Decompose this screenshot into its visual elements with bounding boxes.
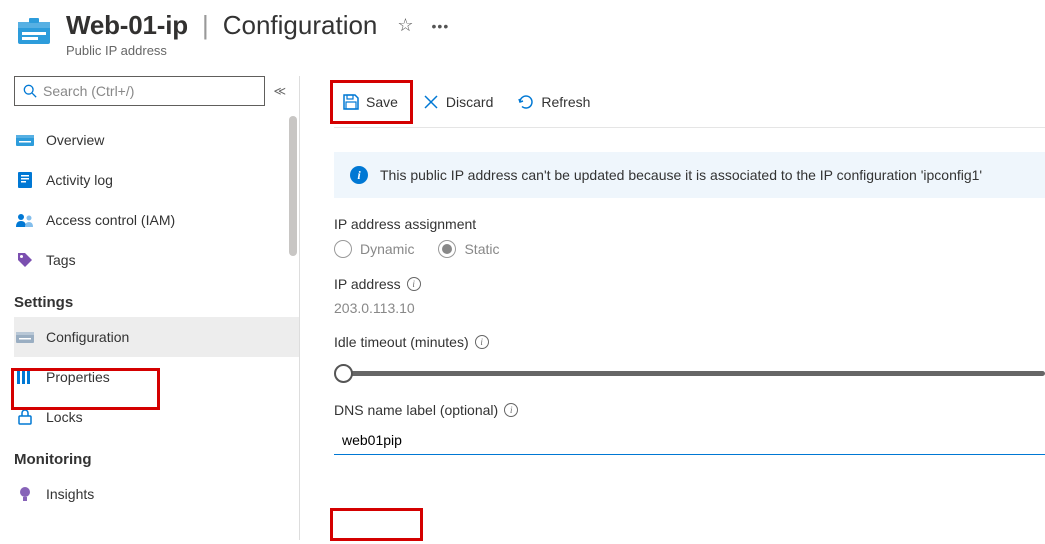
sidebar-section-monitoring: Monitoring	[14, 451, 300, 468]
tags-icon	[16, 251, 34, 269]
header: Web-01-ip | Configuration ☆ ••• Public I…	[0, 0, 1045, 76]
sidebar-item-overview[interactable]: Overview	[14, 120, 300, 160]
info-banner: i This public IP address can't be update…	[334, 152, 1045, 198]
sidebar: ≪ Overview Activity log Access control (…	[0, 76, 300, 540]
sidebar-item-locks[interactable]: Locks	[14, 397, 300, 437]
command-bar: Save Discard Refresh	[334, 76, 1045, 128]
page-title: Configuration	[223, 10, 378, 41]
configuration-icon	[16, 328, 34, 346]
sidebar-item-label: Properties	[46, 369, 110, 385]
refresh-label: Refresh	[541, 94, 590, 110]
refresh-button[interactable]: Refresh	[509, 85, 598, 119]
idle-timeout-slider[interactable]	[334, 364, 1045, 384]
dns-name-input[interactable]	[334, 426, 1045, 455]
dns-name-group: DNS name label (optional) i	[334, 402, 1045, 455]
resource-name: Web-01-ip	[66, 10, 188, 41]
info-icon: i	[350, 166, 368, 184]
title-separator: |	[202, 10, 209, 41]
discard-button[interactable]: Discard	[414, 85, 501, 119]
more-actions-icon[interactable]: •••	[432, 18, 450, 34]
main-panel: Save Discard Refresh i This public IP ad…	[300, 76, 1045, 540]
discard-icon	[422, 93, 440, 111]
favorite-star-icon[interactable]: ☆	[397, 15, 413, 36]
save-button[interactable]: Save	[334, 85, 406, 119]
sidebar-item-activity[interactable]: Activity log	[14, 160, 300, 200]
tutorial-highlight	[330, 508, 423, 541]
sidebar-search[interactable]	[14, 76, 265, 106]
sidebar-item-label: Activity log	[46, 172, 113, 188]
sidebar-scrollbar[interactable]	[289, 116, 297, 256]
sidebar-item-tags[interactable]: Tags	[14, 240, 300, 280]
ip-address-label: IP address	[334, 276, 401, 292]
ip-assignment-label: IP address assignment	[334, 216, 1045, 232]
sidebar-item-configuration[interactable]: Configuration	[14, 317, 300, 357]
sidebar-item-iam[interactable]: Access control (IAM)	[14, 200, 300, 240]
sidebar-item-label: Overview	[46, 132, 104, 148]
idle-timeout-label: Idle timeout (minutes)	[334, 334, 469, 350]
sidebar-item-label: Locks	[46, 409, 83, 425]
radio-static-label: Static	[464, 241, 499, 257]
sidebar-item-label: Configuration	[46, 329, 129, 345]
sidebar-item-label: Insights	[46, 486, 94, 502]
radio-dynamic-label: Dynamic	[360, 241, 414, 257]
sidebar-item-label: Tags	[46, 252, 76, 268]
iam-icon	[16, 211, 34, 229]
info-tooltip-icon[interactable]: i	[504, 403, 518, 417]
public-ip-icon	[16, 16, 52, 46]
discard-label: Discard	[446, 94, 493, 110]
info-tooltip-icon[interactable]: i	[407, 277, 421, 291]
insights-icon	[16, 485, 34, 503]
collapse-sidebar-icon[interactable]: ≪	[273, 84, 286, 98]
ip-assignment-group: IP address assignment Dynamic Static	[334, 216, 1045, 258]
overview-icon	[16, 131, 34, 149]
sidebar-item-properties[interactable]: Properties	[14, 357, 300, 397]
sidebar-section-settings: Settings	[14, 294, 300, 311]
search-input[interactable]	[43, 83, 256, 99]
slider-handle[interactable]	[334, 364, 353, 383]
ip-address-value: 203.0.113.10	[334, 300, 1045, 316]
banner-text: This public IP address can't be updated …	[380, 167, 982, 183]
lock-icon	[16, 408, 34, 426]
refresh-icon	[517, 93, 535, 111]
search-icon	[23, 84, 37, 98]
idle-timeout-group: Idle timeout (minutes) i	[334, 334, 1045, 384]
save-label: Save	[366, 94, 398, 110]
ip-address-group: IP address i 203.0.113.10	[334, 276, 1045, 316]
radio-static[interactable]: Static	[438, 240, 499, 258]
dns-name-label: DNS name label (optional)	[334, 402, 498, 418]
info-tooltip-icon[interactable]: i	[475, 335, 489, 349]
sidebar-item-label: Access control (IAM)	[46, 212, 175, 228]
sidebar-item-insights[interactable]: Insights	[14, 474, 300, 514]
resource-type: Public IP address	[66, 43, 449, 58]
properties-icon	[16, 368, 34, 386]
activity-log-icon	[16, 171, 34, 189]
radio-dynamic[interactable]: Dynamic	[334, 240, 414, 258]
save-icon	[342, 93, 360, 111]
